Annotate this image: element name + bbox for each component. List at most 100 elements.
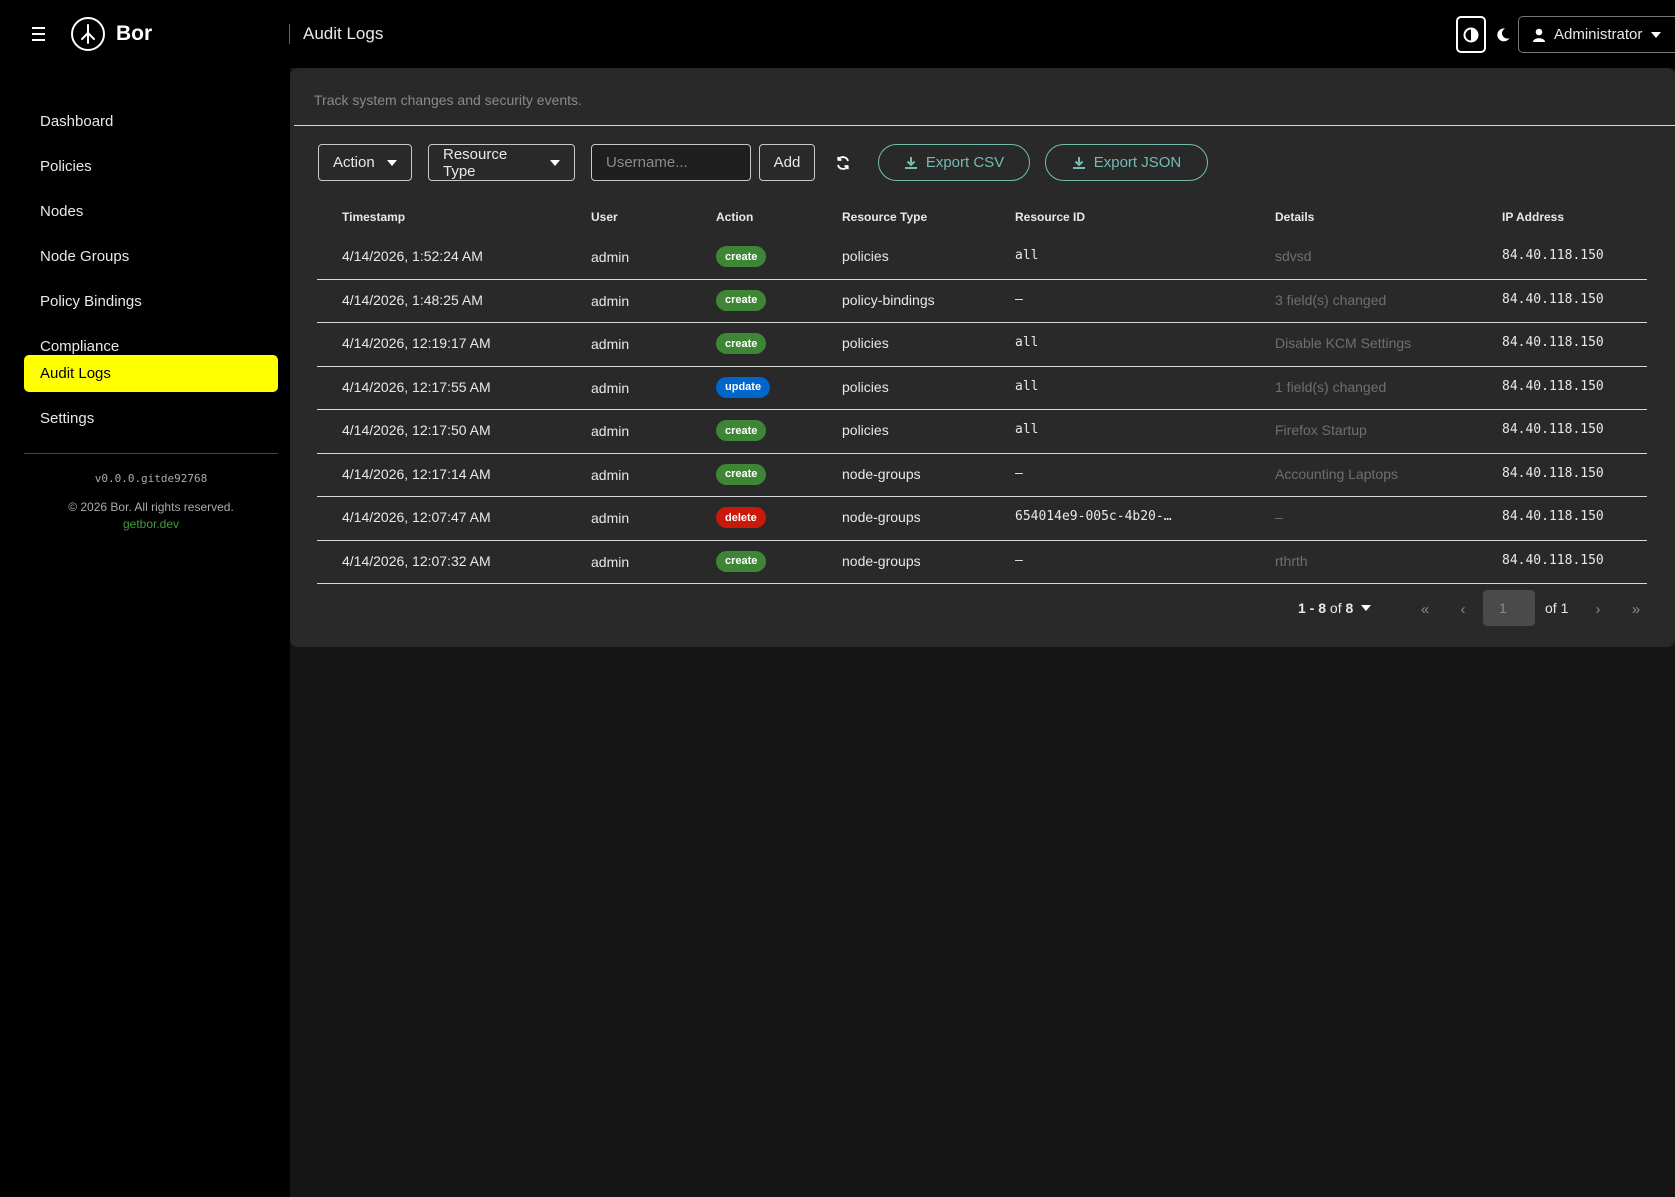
sidebar-item-label: Node Groups <box>40 248 130 265</box>
export-json-button[interactable]: Export JSON <box>1045 144 1208 181</box>
page-range: 1 - 8 <box>1298 600 1327 616</box>
copyright-text: © 2026 Bor. All rights reserved. <box>68 500 234 514</box>
sidebar-item-dashboard[interactable]: Dashboard <box>24 103 278 140</box>
sidebar-item-nodes[interactable]: Nodes <box>24 193 278 230</box>
user-menu-dropdown[interactable]: Administrator <box>1518 16 1675 53</box>
table-row[interactable]: 4/14/2026, 1:52:24 AM admin create policies… <box>317 236 1647 280</box>
resource-type-cell: policy-bindings <box>842 291 935 308</box>
website-link[interactable]: getbor.dev <box>0 517 302 531</box>
timestamp-cell: 4/14/2026, 12:17:50 AM <box>342 422 491 438</box>
resource-type-cell: policies <box>842 248 889 264</box>
page-title: Audit Logs <box>303 24 384 43</box>
details-cell: 3 field(s) changed <box>1275 291 1387 308</box>
timestamp-cell: 4/14/2026, 12:17:14 AM <box>342 465 491 482</box>
resource-type-cell: node-groups <box>842 552 921 569</box>
sidebar-item-label: Compliance <box>40 338 120 355</box>
contrast-toggle-button[interactable] <box>1456 16 1486 53</box>
page-range-dropdown[interactable]: 1 - 8 of 8 <box>1298 600 1372 616</box>
table-row[interactable]: 4/14/2026, 12:17:14 AM admin create node-gr… <box>317 454 1647 497</box>
user-cell: admin <box>591 553 630 570</box>
sidebar-item-label: Settings <box>40 410 95 427</box>
sidebar-item-policies[interactable]: Policies <box>24 148 278 185</box>
sidebar-item-label: Audit Logs <box>40 365 111 382</box>
action-badge: create <box>716 463 767 485</box>
sidebar-item-node-groups[interactable]: Node Groups <box>24 238 278 275</box>
table-row[interactable]: 4/14/2026, 12:19:17 AM admin create policie… <box>317 323 1647 367</box>
table-row[interactable]: 4/14/2026, 12:17:55 AM admin update policie… <box>317 367 1647 410</box>
action-badge: create <box>716 246 767 267</box>
details-cell: 1 field(s) changed <box>1275 378 1387 395</box>
page-of-word: of <box>1329 600 1342 616</box>
table-row[interactable]: 4/14/2026, 12:07:32 AM admin create node-gr… <box>317 541 1647 584</box>
resource-id-cell: – <box>1015 552 1023 568</box>
ip-address-cell: 84.40.118.150 <box>1502 552 1604 568</box>
details-cell: sdvsd <box>1275 248 1312 264</box>
resource-type-cell: policies <box>842 422 889 438</box>
sidebar-item-audit-logs[interactable]: Audit Logs <box>24 355 278 392</box>
caret-down-icon <box>1361 605 1372 611</box>
user-cell: admin <box>591 336 630 352</box>
card-divider <box>294 125 1675 126</box>
column-header-details[interactable]: Details <box>1275 210 1314 224</box>
action-filter-dropdown[interactable]: Action <box>318 144 412 181</box>
column-header-ip-address[interactable]: IP Address <box>1502 210 1564 224</box>
details-cell: rthrth <box>1275 552 1308 569</box>
table-row[interactable]: 4/14/2026, 12:07:47 AM admin delete node-gr… <box>317 497 1647 541</box>
details-cell: Disable KCM Settings <box>1275 335 1412 351</box>
table-header: Timestamp User Action Resource Type Reso… <box>317 200 1647 236</box>
contrast-icon <box>1463 27 1479 42</box>
table-row[interactable]: 4/14/2026, 12:17:50 AM admin create policie… <box>317 410 1647 454</box>
header-divider <box>289 24 290 44</box>
sidebar: Dashboard Policies Nodes Node Groups Pol… <box>0 68 290 1197</box>
user-cell: admin <box>591 292 630 309</box>
resource-type-cell: policies <box>842 335 889 351</box>
column-header-user[interactable]: User <box>591 210 618 224</box>
details-cell: Accounting Laptops <box>1275 465 1398 482</box>
add-filter-button[interactable]: Add <box>759 144 815 181</box>
timestamp-cell: 4/14/2026, 1:52:24 AM <box>342 248 483 264</box>
ip-address-cell: 84.40.118.150 <box>1502 291 1604 307</box>
column-header-resource-type[interactable]: Resource Type <box>842 210 927 224</box>
dark-mode-button[interactable] <box>1489 16 1517 53</box>
action-badge: update <box>716 376 771 398</box>
ip-address-cell: 84.40.118.150 <box>1502 248 1604 263</box>
export-csv-button[interactable]: Export CSV <box>878 144 1030 181</box>
column-header-action[interactable]: Action <box>716 210 753 224</box>
resource-id-cell: all <box>1015 422 1039 437</box>
user-icon <box>1533 28 1545 42</box>
sidebar-item-settings[interactable]: Settings <box>24 400 278 437</box>
bor-logo-icon <box>71 17 105 51</box>
resource-type-cell: policies <box>842 378 889 395</box>
user-cell: admin <box>591 510 630 526</box>
refresh-icon[interactable] <box>831 151 855 175</box>
user-cell: admin <box>591 423 630 439</box>
sidebar-item-label: Dashboard <box>40 113 114 130</box>
column-header-timestamp[interactable]: Timestamp <box>342 210 405 224</box>
sidebar-item-label: Nodes <box>40 203 84 220</box>
hamburger-menu-icon[interactable] <box>28 22 50 46</box>
username-filter-input[interactable] <box>591 144 751 181</box>
caret-down-icon <box>1651 31 1662 38</box>
resource-id-cell: all <box>1015 378 1039 394</box>
resource-type-filter-dropdown[interactable]: Resource Type <box>428 144 575 181</box>
action-badge: create <box>716 550 767 572</box>
resource-id-cell: 654014e9-005c-4b20-… <box>1015 509 1172 524</box>
page-description: Track system changes and security events… <box>314 92 582 108</box>
caret-down-icon <box>550 159 560 166</box>
app-logo[interactable]: Bor <box>70 16 152 52</box>
download-icon <box>904 156 917 169</box>
resource-id-cell: – <box>1015 291 1023 307</box>
sidebar-item-policy-bindings[interactable]: Policy Bindings <box>24 283 278 320</box>
next-page-icon[interactable]: › <box>1588 598 1608 620</box>
table-row[interactable]: 4/14/2026, 1:48:25 AM admin create policy-b… <box>317 280 1647 323</box>
total-count: 8 <box>1345 600 1354 616</box>
current-page-input[interactable] <box>1483 590 1535 626</box>
ip-address-cell: 84.40.118.150 <box>1502 465 1604 481</box>
last-page-icon[interactable]: » <box>1626 598 1646 620</box>
caret-down-icon <box>386 159 397 166</box>
previous-page-icon[interactable]: ‹ <box>1453 598 1473 620</box>
column-header-resource-id[interactable]: Resource ID <box>1015 210 1085 224</box>
sidebar-divider <box>24 453 278 454</box>
first-page-icon[interactable]: « <box>1415 598 1435 620</box>
user-cell: admin <box>591 379 630 396</box>
